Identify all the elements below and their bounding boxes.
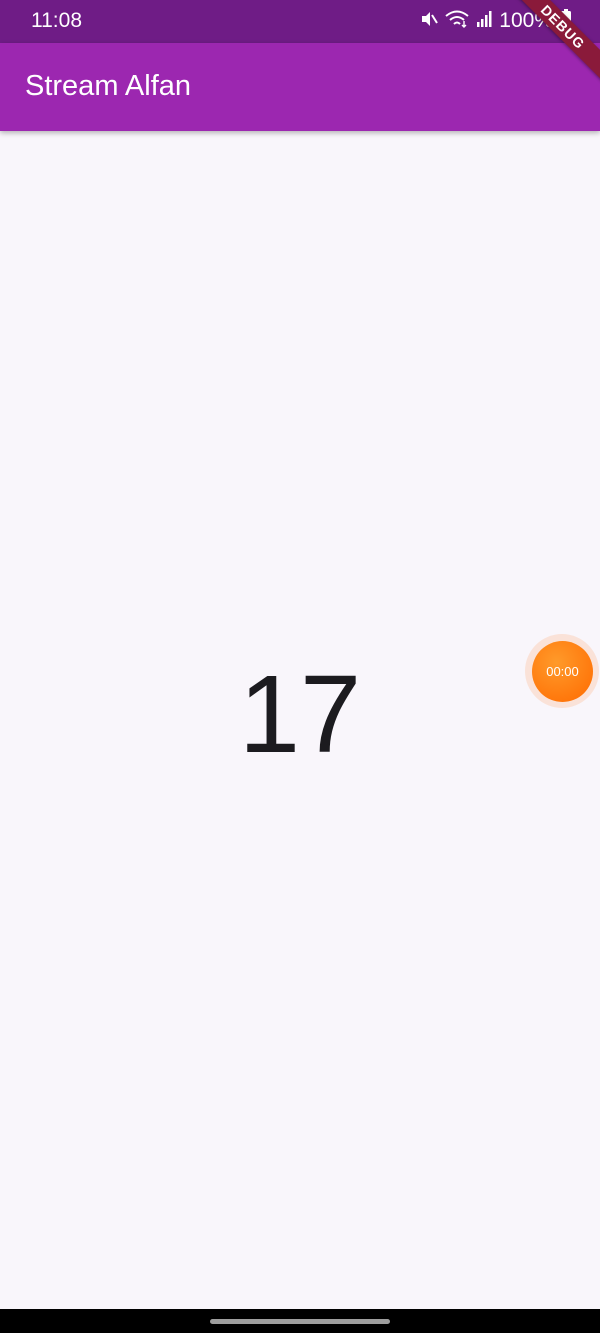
navigation-bar: [0, 1309, 600, 1333]
home-indicator[interactable]: [210, 1319, 390, 1324]
app-title: Stream Alfan: [25, 70, 192, 102]
app-bar: Stream Alfan: [0, 43, 600, 131]
floating-timer-button[interactable]: 00:00: [532, 641, 593, 702]
status-bar: 11:08 100%: [0, 0, 600, 43]
counter-value: 17: [238, 653, 362, 776]
timer-label: 00:00: [546, 664, 579, 679]
signal-icon: [476, 10, 492, 33]
mute-icon: [420, 10, 439, 33]
wifi-icon: [445, 10, 469, 33]
status-time: 11:08: [31, 9, 82, 32]
